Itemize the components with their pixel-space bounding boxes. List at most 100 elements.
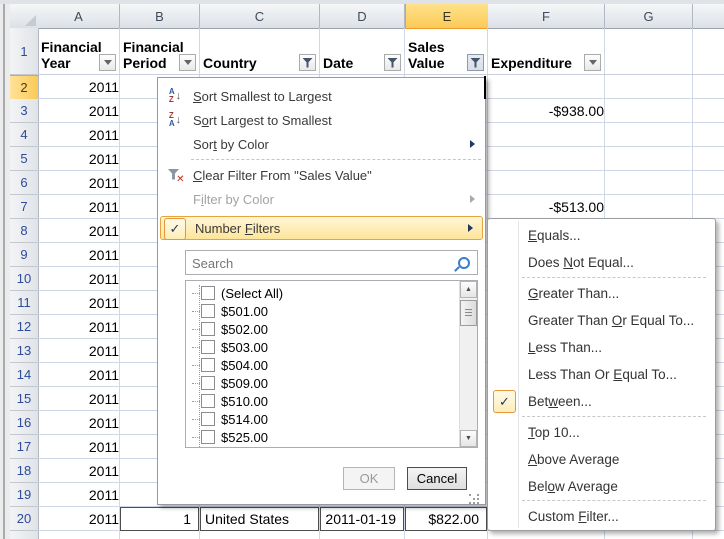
cell-A4[interactable]: 2011 (38, 123, 126, 147)
search-icon[interactable] (458, 257, 470, 269)
cell-A20[interactable]: 2011 (38, 507, 126, 531)
row-header-19[interactable]: 19 (10, 483, 39, 507)
row-header-5[interactable]: 5 (10, 147, 39, 171)
scroll-up-button[interactable]: ▲ (460, 281, 477, 298)
cell-A13[interactable]: 2011 (38, 339, 126, 363)
header-cell-C[interactable]: Country (200, 28, 319, 74)
row-header-9[interactable]: 9 (10, 243, 39, 267)
row-header-4[interactable]: 4 (10, 123, 39, 147)
cell-F7[interactable]: -$513.00 (488, 195, 611, 219)
submenu-item-below-average[interactable]: Below Average (489, 473, 714, 500)
menu-item-clear-filter[interactable]: ✕Clear Filter From "Sales Value" (159, 163, 484, 187)
cell-A3[interactable]: 2011 (38, 99, 126, 123)
row-header-17[interactable]: 17 (10, 435, 39, 459)
cell-A16[interactable]: 2011 (38, 411, 126, 435)
cell-A2[interactable]: 2011 (38, 75, 126, 99)
filter-value-item-51000[interactable]: $510.00 (192, 392, 268, 410)
scroll-thumb[interactable] (460, 300, 477, 326)
submenu-item-less-than-or-equal-to[interactable]: Less Than Or Equal To... (489, 361, 714, 388)
menu-resize-grip[interactable] (468, 493, 480, 505)
column-header-C[interactable]: C (200, 4, 320, 29)
checkbox-icon[interactable] (201, 358, 215, 372)
menu-item-sort-by-color[interactable]: Sort by Color (159, 132, 484, 156)
row-header-2[interactable]: 2 (10, 75, 39, 100)
row-header-20[interactable]: 20 (10, 507, 39, 531)
header-cell-A[interactable]: FinancialYear (38, 28, 119, 74)
submenu-item-equals[interactable]: Equals... (489, 222, 714, 249)
filter-value-item-SelectAll[interactable]: (Select All) (192, 284, 283, 302)
filter-button-E[interactable] (467, 54, 484, 71)
menu-item-number-filters[interactable]: ✓Number Filters (160, 216, 483, 240)
header-cell-D[interactable]: Date (320, 28, 404, 74)
checkbox-icon[interactable] (201, 376, 215, 390)
cell-A7[interactable]: 2011 (38, 195, 126, 219)
cell-A5[interactable]: 2011 (38, 147, 126, 171)
filter-value-item-51400[interactable]: $514.00 (192, 410, 268, 428)
search-input[interactable] (190, 253, 452, 274)
row-header-1[interactable]: 1 (10, 28, 39, 75)
cell-A17[interactable]: 2011 (38, 435, 126, 459)
row-header-14[interactable]: 14 (10, 363, 39, 387)
filter-value-item-partial[interactable] (192, 446, 221, 448)
column-header-F[interactable]: F (488, 4, 605, 29)
filter-value-item-50100[interactable]: $501.00 (192, 302, 268, 320)
cell-A8[interactable]: 2011 (38, 219, 126, 243)
checkbox-icon[interactable] (201, 394, 215, 408)
cell-A18[interactable]: 2011 (38, 459, 126, 483)
filter-value-item-50400[interactable]: $504.00 (192, 356, 268, 374)
filter-button-F[interactable] (584, 54, 601, 71)
header-cell-F[interactable]: Expenditure (488, 28, 604, 74)
filter-value-item-50300[interactable]: $503.00 (192, 338, 268, 356)
row-header-12[interactable]: 12 (10, 315, 39, 339)
ok-button[interactable]: OK (343, 467, 395, 490)
submenu-item-above-average[interactable]: Above Average (489, 446, 714, 473)
checkbox-icon[interactable] (201, 322, 215, 336)
filter-button-C[interactable] (299, 54, 316, 71)
list-scrollbar[interactable]: ▲ ▼ (459, 281, 477, 447)
submenu-item-does-not-equal[interactable]: Does Not Equal... (489, 249, 714, 276)
row-header-3[interactable]: 3 (10, 99, 39, 123)
filter-value-item-50200[interactable]: $502.00 (192, 320, 268, 338)
row-header-15[interactable]: 15 (10, 387, 39, 411)
select-all-corner[interactable] (10, 4, 39, 29)
column-header-G[interactable]: G (605, 4, 693, 29)
submenu-item-greater-than-or-equal-to[interactable]: Greater Than Or Equal To... (489, 307, 714, 334)
submenu-item-between[interactable]: ✓Between... (489, 388, 714, 415)
filter-button-B[interactable] (179, 54, 196, 71)
cell-A19[interactable]: 2011 (38, 483, 126, 507)
cell-A11[interactable]: 2011 (38, 291, 126, 315)
checkbox-icon[interactable] (201, 412, 215, 426)
cell-A10[interactable]: 2011 (38, 267, 126, 291)
cell-A6[interactable]: 2011 (38, 171, 126, 195)
cancel-button[interactable]: Cancel (407, 467, 467, 490)
menu-item-sort-smallest-to-largest[interactable]: AZ↓Sort Smallest to Largest (159, 84, 484, 108)
filter-value-item-52500[interactable]: $525.00 (192, 428, 268, 446)
cell-F3[interactable]: -$938.00 (488, 99, 611, 123)
filter-button-D[interactable] (384, 54, 401, 71)
submenu-item-greater-than[interactable]: Greater Than... (489, 280, 714, 307)
cell-A12[interactable]: 2011 (38, 315, 126, 339)
column-header-A[interactable]: A (38, 4, 120, 29)
filter-value-item-50900[interactable]: $509.00 (192, 374, 268, 392)
menu-item-sort-largest-to-smallest[interactable]: ZA↓Sort Largest to Smallest (159, 108, 484, 132)
header-cell-B[interactable]: FinancialPeriod (120, 28, 199, 74)
filter-button-A[interactable] (99, 54, 116, 71)
row-header-16[interactable]: 16 (10, 411, 39, 435)
row-header-11[interactable]: 11 (10, 291, 39, 315)
filter-search-box[interactable] (185, 250, 478, 275)
submenu-item-less-than[interactable]: Less Than... (489, 334, 714, 361)
cell-A14[interactable]: 2011 (38, 363, 126, 387)
checkbox-icon[interactable] (201, 304, 215, 318)
row-header-7[interactable]: 7 (10, 195, 39, 219)
cell-E20[interactable]: $822.00 (405, 507, 487, 531)
submenu-item-custom-filter[interactable]: Custom Filter... (489, 503, 714, 530)
menu-item-filter-by-color[interactable]: Filter by Color (159, 187, 484, 211)
submenu-item-top-10[interactable]: Top 10... (489, 419, 714, 446)
checkbox-icon[interactable] (201, 430, 215, 444)
row-header-10[interactable]: 10 (10, 267, 39, 291)
checkbox-icon[interactable] (201, 340, 215, 354)
checkbox-icon[interactable] (201, 286, 215, 300)
cell-B20[interactable]: 1 (120, 507, 199, 531)
column-header-B[interactable]: B (120, 4, 200, 29)
cell-D20[interactable]: 2011-01-19 (320, 507, 404, 531)
